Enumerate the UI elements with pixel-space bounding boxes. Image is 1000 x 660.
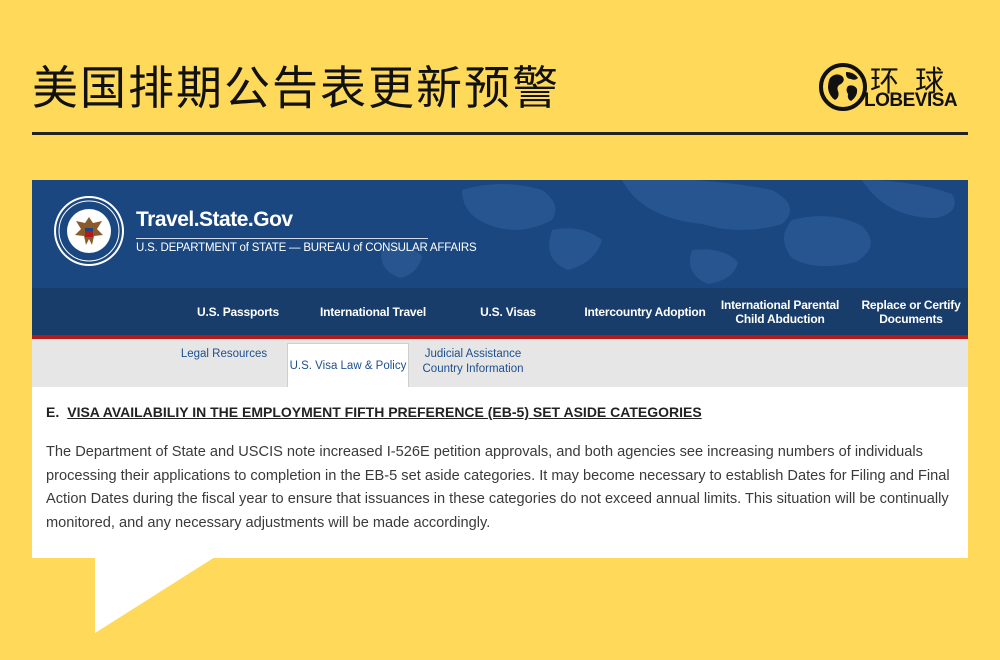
nav-international-parental-child-abduction[interactable]: International Parental Child Abduction bbox=[716, 288, 844, 335]
speech-bubble-tail bbox=[95, 557, 215, 633]
nav-replace-or-certify-documents[interactable]: Replace or Certify Documents bbox=[854, 288, 968, 335]
section-paragraph: The Department of State and USCIS note i… bbox=[46, 444, 950, 531]
title-divider bbox=[32, 132, 968, 135]
section-heading: E. VISA AVAILABILIY IN THE EMPLOYMENT FIF… bbox=[46, 404, 702, 420]
globe-icon bbox=[819, 63, 867, 111]
site-name-divider bbox=[136, 238, 428, 239]
subnav-judicial-assistance-country-information[interactable]: Judicial Assistance Country Information bbox=[418, 347, 528, 377]
site-header: Travel.State.Gov U.S. DEPARTMENT of STAT… bbox=[32, 180, 968, 288]
subnav-us-visa-law-policy[interactable]: U.S. Visa Law & Policy bbox=[287, 343, 409, 387]
nav-us-passports[interactable]: U.S. Passports bbox=[180, 288, 296, 335]
brand-name-en: LOBEVISA bbox=[864, 90, 958, 111]
website-screenshot: Travel.State.Gov U.S. DEPARTMENT of STAT… bbox=[32, 180, 968, 558]
world-map-background bbox=[381, 180, 955, 284]
section-title: VISA AVAILABILIY IN THE EMPLOYMENT FIFTH… bbox=[67, 404, 702, 420]
nav-intercountry-adoption[interactable]: Intercountry Adoption bbox=[580, 288, 710, 335]
subnav-legal-resources[interactable]: Legal Resources bbox=[178, 347, 270, 362]
main-navigation: U.S. Passports International Travel U.S.… bbox=[32, 288, 968, 335]
poster-title: 美国排期公告表更新预警 bbox=[32, 61, 560, 115]
sub-navigation: Legal Resources U.S. Visa Law & Policy J… bbox=[32, 339, 968, 387]
section-letter: E. bbox=[46, 404, 60, 420]
nav-us-visas[interactable]: U.S. Visas bbox=[456, 288, 560, 335]
nav-international-travel[interactable]: International Travel bbox=[310, 288, 436, 335]
brand-logo: 环球 LOBEVISA bbox=[818, 60, 968, 116]
site-name[interactable]: Travel.State.Gov bbox=[136, 208, 293, 232]
department-seal-icon bbox=[54, 196, 124, 266]
site-subtitle: U.S. DEPARTMENT of STATE — BUREAU of CON… bbox=[136, 242, 477, 254]
